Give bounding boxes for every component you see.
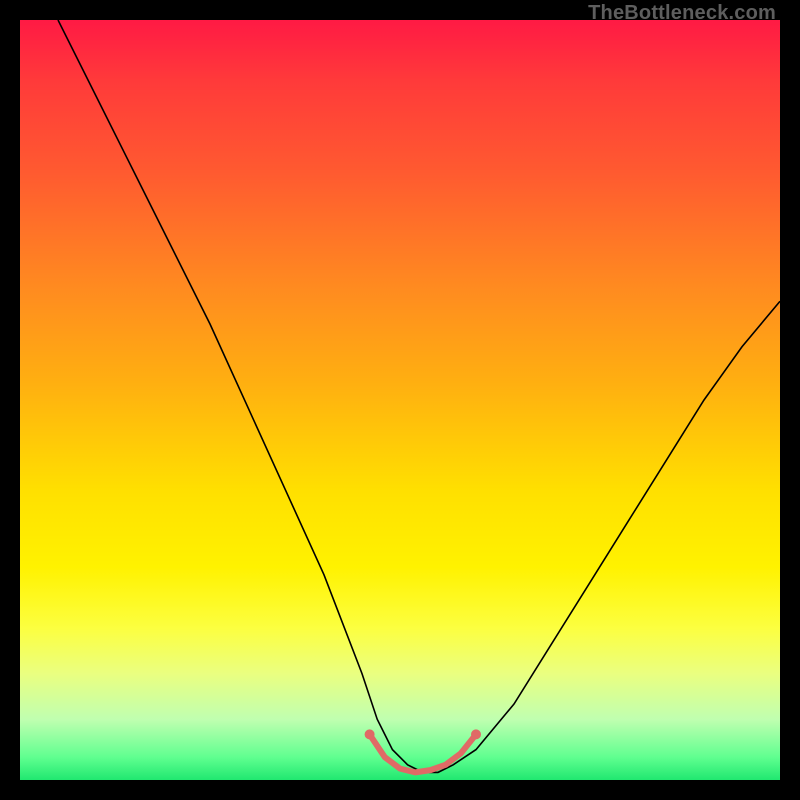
highlight-endpoint — [471, 729, 481, 739]
chart-container: TheBottleneck.com — [0, 0, 800, 800]
curve-layer — [20, 20, 780, 780]
bottom-highlight-dots — [365, 729, 481, 739]
bottom-highlight — [370, 734, 476, 772]
plot-area — [20, 20, 780, 780]
main-curve — [58, 20, 780, 772]
highlight-endpoint — [365, 729, 375, 739]
